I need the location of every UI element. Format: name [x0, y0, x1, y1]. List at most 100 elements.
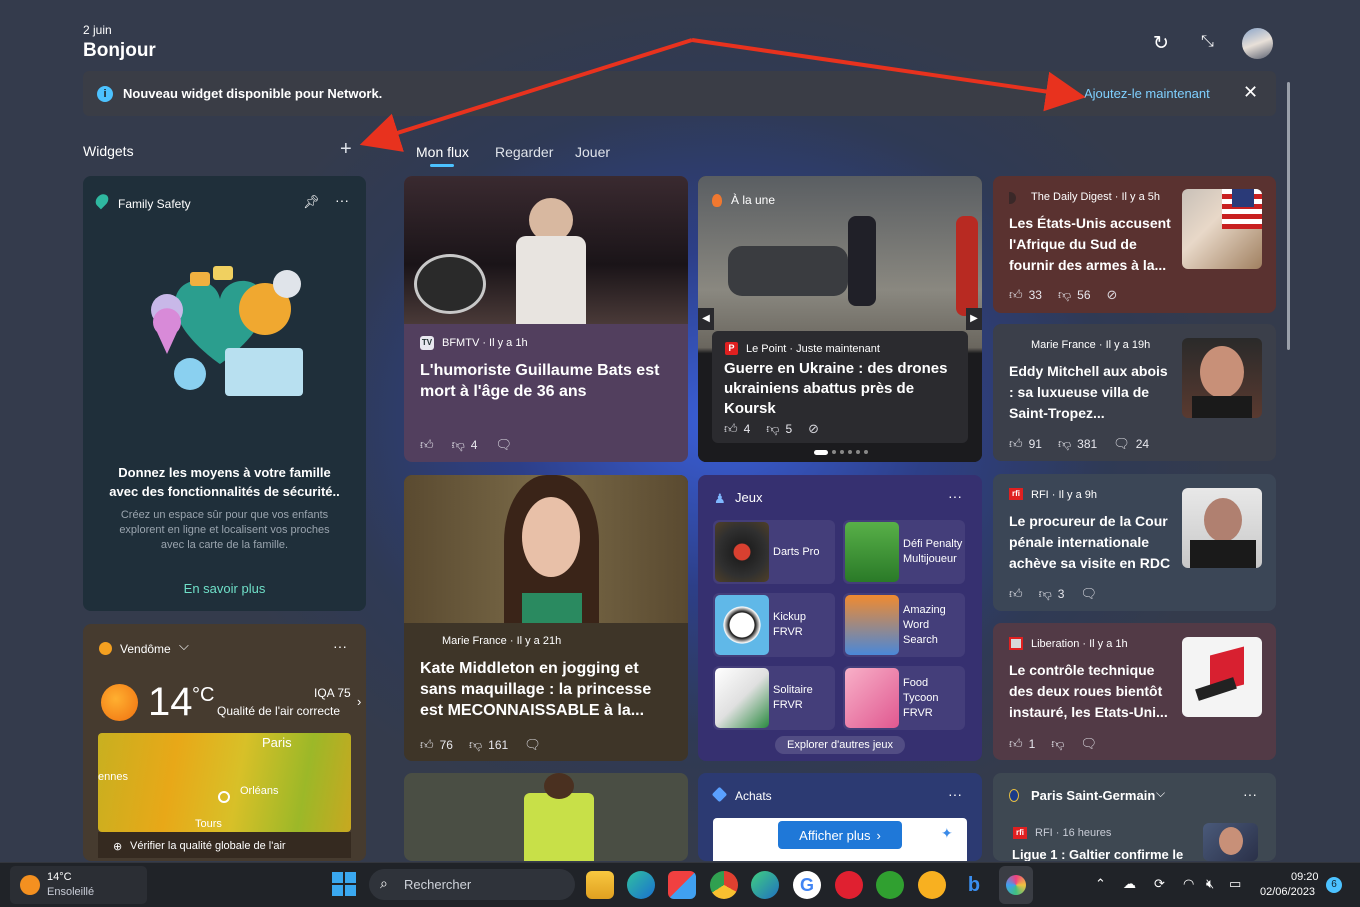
- like-icon[interactable]: 👍︎: [420, 737, 434, 753]
- battery-icon[interactable]: ▭: [1229, 876, 1241, 892]
- carousel-dots[interactable]: [814, 450, 868, 455]
- clock-time[interactable]: 09:20: [1291, 871, 1319, 883]
- news-headline[interactable]: Eddy Mitchell aux abois : sa luxueuse vi…: [1009, 361, 1173, 424]
- iqa-value: IQA 75: [314, 686, 351, 700]
- widgets-icon[interactable]: [999, 866, 1033, 904]
- learn-more-link[interactable]: En savoir plus: [83, 581, 366, 596]
- dislike-icon[interactable]: 👎︎: [1058, 287, 1071, 303]
- chevron-up-icon[interactable]: ⌃: [1095, 876, 1106, 892]
- temperature: 14: [148, 680, 193, 724]
- hide-icon[interactable]: ⊘: [808, 421, 819, 437]
- news-card-right-2[interactable]: Marie France · Il y a 19h Eddy Mitchell …: [993, 324, 1276, 461]
- comment-icon[interactable]: 🗨︎: [1113, 436, 1130, 452]
- dislike-icon[interactable]: 👎︎: [469, 737, 482, 753]
- like-icon[interactable]: 👍︎: [1009, 586, 1023, 602]
- psg-widget[interactable]: Paris Saint-Germain ⌵ ··· rfi RFI · 16 h…: [993, 773, 1276, 861]
- start-button[interactable]: [332, 872, 356, 896]
- like-icon[interactable]: 👍︎: [1009, 436, 1023, 452]
- explore-games-button[interactable]: Explorer d'autres jeux: [775, 736, 906, 754]
- comment-icon[interactable]: 🗨︎: [1080, 586, 1097, 602]
- weather-taskbar-button[interactable]: 14°C Ensoleillé: [10, 866, 147, 904]
- tab-jouer[interactable]: Jouer: [575, 144, 610, 160]
- edge-dev-icon[interactable]: [751, 871, 779, 899]
- news-card-kate[interactable]: Marie France · Il y a 21h Kate Middleton…: [404, 475, 688, 761]
- dislike-icon[interactable]: 👎︎: [1039, 586, 1052, 602]
- news-headline[interactable]: L'humoriste Guillaume Bats est mort à l'…: [420, 360, 675, 402]
- game-tile[interactable]: Food Tycoon FRVR: [843, 666, 965, 730]
- sync-icon[interactable]: ⟳: [1154, 876, 1165, 892]
- map-label: Paris: [262, 735, 292, 750]
- google-icon[interactable]: G: [793, 871, 821, 899]
- shopping-widget[interactable]: Achats ··· Afficher plus › ✦: [698, 773, 982, 861]
- news-headline[interactable]: Guerre en Ukraine : des drones ukrainien…: [724, 359, 964, 419]
- family-safety-widget[interactable]: Family Safety 📌︎ ··· Donnez les moyens à…: [83, 176, 366, 611]
- news-card-right-3[interactable]: rfi RFI · Il y a 9h Le procureur de la C…: [993, 474, 1276, 611]
- more-icon[interactable]: ···: [948, 786, 962, 802]
- bing-icon[interactable]: b: [960, 871, 988, 899]
- more-icon[interactable]: ···: [1243, 786, 1257, 802]
- news-card-bfmtv[interactable]: TV BFMTV · Il y a 1h L'humoriste Guillau…: [404, 176, 688, 462]
- comment-icon[interactable]: 🗨︎: [495, 437, 512, 453]
- media-player-icon[interactable]: [835, 871, 863, 899]
- game-tile[interactable]: Kickup FRVR: [713, 593, 835, 657]
- speaker-icon[interactable]: 🔇︎: [1206, 876, 1214, 892]
- chevron-right-icon[interactable]: ›: [357, 694, 361, 709]
- comment-icon[interactable]: 🗨︎: [524, 737, 541, 753]
- dislike-icon[interactable]: 👎︎: [766, 421, 779, 437]
- like-icon[interactable]: 👍︎: [1009, 736, 1023, 752]
- game-tile[interactable]: Solitaire FRVR: [713, 666, 835, 730]
- news-card-right-1[interactable]: The Daily Digest · Il y a 5h Les États-U…: [993, 176, 1276, 313]
- news-headline[interactable]: Ligue 1 : Galtier confirme le: [1012, 847, 1183, 861]
- scrollbar[interactable]: [1287, 82, 1290, 350]
- like-icon[interactable]: 👍︎: [1009, 287, 1023, 303]
- weather-map[interactable]: Paris Orléans Tours ennes: [98, 733, 351, 832]
- more-icon[interactable]: ···: [335, 192, 349, 208]
- chrome-canary-icon[interactable]: [918, 871, 946, 899]
- news-headline[interactable]: Le procureur de la Cour pénale internati…: [1009, 511, 1173, 574]
- game-tile[interactable]: Amazing Word Search: [843, 593, 965, 657]
- dislike-icon[interactable]: 👎︎: [1058, 436, 1071, 452]
- news-headline[interactable]: Les États-Unis accusent l'Afrique du Sud…: [1009, 213, 1173, 276]
- store-icon[interactable]: [668, 871, 696, 899]
- comment-icon[interactable]: 🗨︎: [1080, 736, 1097, 752]
- file-explorer-icon[interactable]: [586, 871, 614, 899]
- wifi-icon[interactable]: ◠: [1183, 876, 1194, 892]
- add-widget-button[interactable]: +: [340, 138, 352, 161]
- chevron-down-icon[interactable]: ⌵: [1156, 786, 1165, 801]
- games-widget[interactable]: ♟ Jeux ··· Darts Pro Défi Penalty Multij…: [698, 475, 982, 761]
- cloud-icon[interactable]: ☁: [1123, 876, 1136, 892]
- more-icon[interactable]: ···: [333, 638, 347, 654]
- game-tile[interactable]: Darts Pro: [713, 520, 835, 584]
- chrome-icon[interactable]: [710, 871, 738, 899]
- notification-badge[interactable]: 6: [1326, 877, 1342, 893]
- clock-date[interactable]: 02/06/2023: [1260, 886, 1315, 898]
- dislike-icon[interactable]: 👎︎: [1051, 736, 1064, 752]
- like-icon[interactable]: 👍︎: [420, 437, 434, 453]
- game-tile[interactable]: Défi Penalty Multijoueur: [843, 520, 965, 584]
- news-image: [404, 475, 688, 623]
- more-icon[interactable]: ···: [948, 488, 962, 504]
- hide-icon[interactable]: ⊘: [1107, 287, 1118, 303]
- xbox-icon[interactable]: [876, 871, 904, 899]
- weather-widget[interactable]: Vendôme ⌵ ··· 14 °C IQA 75 Qualité de l'…: [83, 624, 366, 861]
- tab-regarder[interactable]: Regarder: [495, 144, 553, 160]
- prev-arrow[interactable]: ◀: [698, 308, 714, 330]
- weather-location[interactable]: Vendôme: [120, 642, 171, 656]
- show-more-button[interactable]: Afficher plus ›: [778, 821, 902, 849]
- edge-icon[interactable]: [627, 871, 655, 899]
- air-quality-link[interactable]: Vérifier la qualité globale de l'air: [130, 840, 286, 852]
- news-headline[interactable]: Kate Middleton en jogging et sans maquil…: [420, 658, 675, 721]
- news-headline[interactable]: Le contrôle technique des deux roues bie…: [1009, 660, 1173, 723]
- next-arrow[interactable]: ▶: [966, 308, 982, 330]
- tab-mon-flux[interactable]: Mon flux: [416, 144, 469, 160]
- top-story-card[interactable]: À la une ◀ ▶ P Le Point · Juste maintena…: [698, 176, 982, 462]
- like-icon[interactable]: 👍︎: [724, 421, 738, 437]
- news-card-right-4[interactable]: Liberation · Il y a 1h Le contrôle techn…: [993, 623, 1276, 760]
- news-card-partial[interactable]: [404, 773, 688, 861]
- pin-icon[interactable]: 📌︎: [303, 194, 320, 210]
- search-box[interactable]: ⌕ Rechercher: [369, 869, 575, 900]
- chevron-down-icon[interactable]: ⌵: [179, 638, 189, 654]
- dislike-icon[interactable]: 👎︎: [452, 437, 465, 453]
- news-image: [1182, 637, 1262, 717]
- comment-count: 24: [1135, 437, 1150, 451]
